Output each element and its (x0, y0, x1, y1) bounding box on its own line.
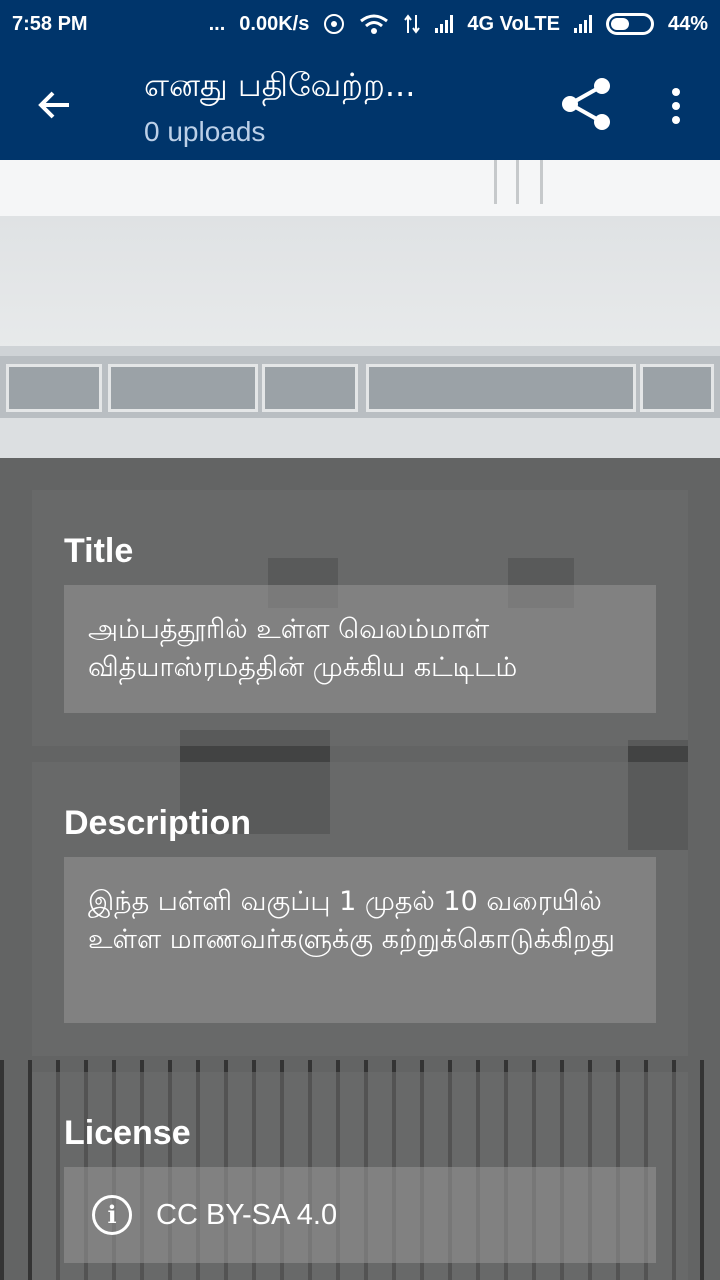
status-dots: ... (208, 12, 226, 35)
more-vert-icon (672, 88, 680, 96)
network-type: 4G VoLTE (467, 12, 560, 35)
share-button[interactable] (556, 74, 616, 134)
upload-count: 0 uploads (144, 116, 266, 147)
data-arrows-icon (404, 14, 421, 34)
signal-icon-2 (573, 15, 592, 33)
title-label: Title (64, 532, 134, 570)
status-speed: 0.00K/s (239, 12, 310, 35)
photo-lower (0, 418, 720, 458)
app-bar: எனது பதிவேற்ற... 0 uploads (0, 48, 720, 160)
description-value[interactable]: இந்த பள்ளி வகுப்பு 1 முதல் 10 வரையில் உள… (64, 857, 656, 1023)
wifi-icon (360, 14, 389, 34)
page-title: எனது பதிவேற்ற... (144, 66, 416, 104)
title-card: Title அம்பத்தூரில் உள்ள வெலம்மாள் வித்யா… (32, 490, 688, 746)
more-options-button[interactable] (660, 82, 692, 130)
battery-icon (605, 13, 654, 35)
license-value: CC BY-SA 4.0 (156, 1199, 338, 1231)
photo-antenna (516, 160, 519, 204)
hotspot-icon (324, 14, 345, 34)
license-row[interactable]: i CC BY-SA 4.0 (64, 1167, 656, 1263)
license-label: License (64, 1114, 191, 1152)
back-button[interactable] (30, 80, 80, 130)
license-card: License i CC BY-SA 4.0 (32, 1072, 688, 1280)
info-icon: i (92, 1195, 132, 1235)
photo-windows (0, 356, 720, 418)
status-time: 7:58 PM (12, 12, 88, 35)
photo-antenna (494, 160, 497, 204)
signal-icon (435, 15, 454, 33)
status-bar: 7:58 PM ... 0.00K/s 4G VoLTE 44% (0, 0, 720, 48)
battery-percent: 44% (667, 12, 708, 35)
share-icon (562, 78, 610, 130)
title-value[interactable]: அம்பத்தூரில் உள்ள வெலம்மாள் வித்யாஸ்ரமத்… (64, 585, 656, 713)
back-arrow-icon (38, 91, 69, 119)
photo-parapet (0, 216, 720, 352)
description-label: Description (64, 804, 252, 842)
description-card: Description இந்த பள்ளி வகுப்பு 1 முதல் 1… (32, 762, 688, 1056)
photo-antenna (540, 160, 543, 204)
